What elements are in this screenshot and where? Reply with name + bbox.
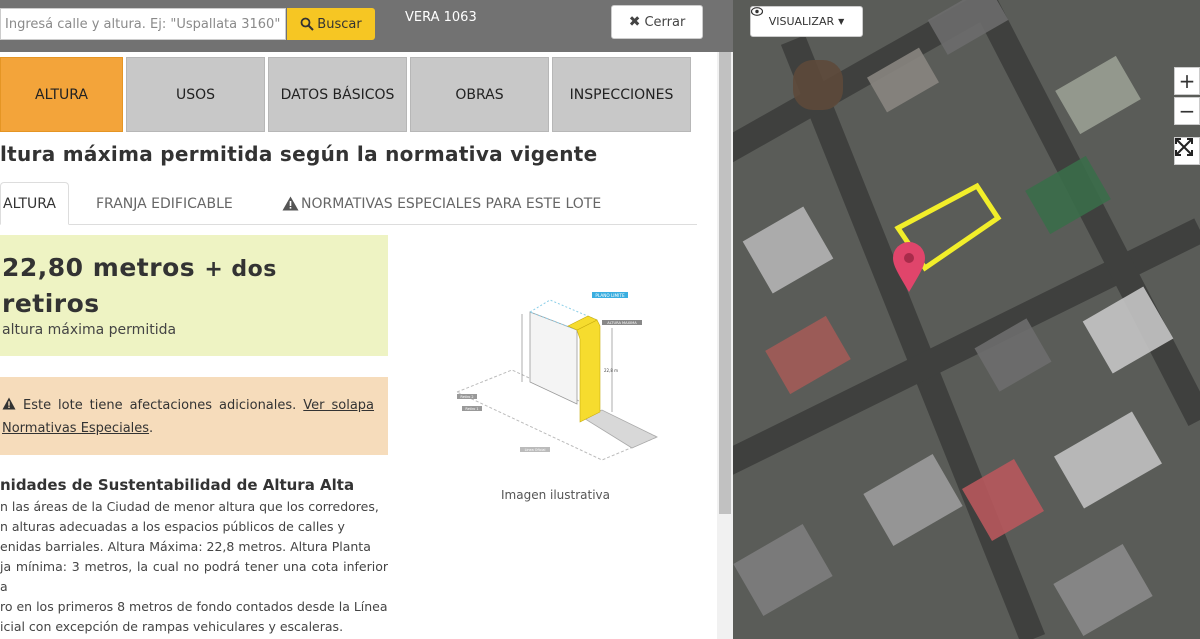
illus-label-dim: 22,8 m: [604, 368, 618, 373]
subtab-normativas-especiales[interactable]: NORMATIVAS ESPECIALES PARA ESTE LOTE: [282, 182, 601, 225]
zoom-in-button[interactable]: +: [1174, 67, 1200, 95]
height-line2: retiros: [2, 289, 100, 318]
fullscreen-icon: [1175, 138, 1193, 156]
height-number: 22,80 metros: [2, 253, 196, 282]
subtab-franja-label: FRANJA EDIFICABLE: [96, 195, 233, 212]
visualizar-label: VISUALIZAR: [768, 15, 835, 28]
subtab-franja-edificable[interactable]: FRANJA EDIFICABLE: [96, 182, 233, 225]
illus-label-linea: Linea Oficial: [525, 448, 546, 452]
tab-altura[interactable]: ALTURA: [0, 57, 123, 132]
uasa-line: n las áreas de la Ciudad de menor altura…: [0, 499, 379, 514]
illus-label-altura: ALTURA MAXIMA: [607, 321, 637, 325]
top-bar: Buscar VERA 1063 ✖ Cerrar: [0, 0, 733, 52]
warning-end: .: [149, 421, 154, 436]
address-label: VERA 1063: [405, 10, 477, 25]
warning-icon: [282, 196, 299, 211]
warning-message: Este lote tiene afectaciones adicionales…: [22, 398, 297, 413]
search-input[interactable]: [0, 8, 286, 40]
uasa-line: enidas barriales. Altura Máxima: 22,8 me…: [0, 539, 371, 554]
close-button[interactable]: ✖ Cerrar: [611, 5, 703, 39]
height-suffix: + dos: [204, 257, 277, 282]
satellite-imagery: [733, 0, 1200, 639]
search-button[interactable]: Buscar: [287, 8, 375, 40]
uasa-title: nidades de Sustentabilidad de Altura Alt…: [0, 476, 355, 494]
tab-datos-basicos[interactable]: DATOS BÁSICOS: [268, 57, 407, 132]
uasa-line: ja mínima: 3 metros, la cual no podrá te…: [0, 559, 388, 594]
warning-text: Este lote tiene afectaciones adicionales…: [2, 394, 374, 440]
height-summary-box: 22,80 metros + dos retiros altura máxima…: [0, 235, 388, 356]
tab-inspecciones[interactable]: INSPECCIONES: [552, 57, 691, 132]
caret-down-icon: ▼: [838, 17, 845, 26]
warning-box: Este lote tiene afectaciones adicionales…: [0, 377, 388, 455]
building-illustration: PLANO LIMITE ALTURA MAXIMA 22,8 m Retiro…: [455, 292, 659, 461]
uasa-line: n alturas adecuadas a los espacios públi…: [0, 519, 345, 534]
panel-scrollbar[interactable]: [717, 52, 733, 639]
illus-label-retiro1: Retiro 1: [465, 407, 478, 411]
info-panel: Buscar VERA 1063 ✖ Cerrar ALTURA USOS DA…: [0, 0, 733, 639]
height-caption: altura máxima permitida: [2, 322, 177, 338]
eye-icon: [751, 7, 763, 16]
tab-obras[interactable]: OBRAS: [410, 57, 549, 132]
close-icon: ✖: [628, 14, 641, 30]
search-icon: [300, 17, 315, 31]
subtab-altura-label: ALTURA: [3, 195, 56, 212]
main-tabs: ALTURA USOS DATOS BÁSICOS OBRAS INSPECCI…: [0, 57, 733, 132]
scrollbar-thumb[interactable]: [719, 52, 731, 514]
uasa-line: icial con excepción de rampas vehiculare…: [0, 619, 344, 634]
illus-label-retiro2: Retiro 2: [460, 395, 473, 399]
close-button-label: Cerrar: [644, 14, 686, 30]
map-view[interactable]: VISUALIZAR ▼ + −: [733, 0, 1200, 639]
app-root: Buscar VERA 1063 ✖ Cerrar ALTURA USOS DA…: [0, 0, 1200, 639]
section-title: ltura máxima permitida según la normativ…: [0, 142, 598, 166]
uasa-description: n las áreas de la Ciudad de menor altura…: [0, 497, 388, 637]
zoom-out-button[interactable]: −: [1174, 97, 1200, 125]
normativas-link-part1: Ver solapa: [303, 398, 375, 413]
fullscreen-button[interactable]: [1174, 137, 1200, 165]
search-button-label: Buscar: [317, 16, 362, 32]
tab-usos[interactable]: USOS: [126, 57, 265, 132]
visualizar-dropdown[interactable]: VISUALIZAR ▼: [750, 6, 863, 37]
height-value: 22,80 metros + dos retiros: [2, 251, 372, 321]
illus-label-plano: PLANO LIMITE: [595, 293, 625, 298]
subtab-altura[interactable]: ALTURA: [0, 182, 69, 225]
normativas-link-part2: Normativas Especiales: [2, 421, 150, 436]
subtab-normativas-label: NORMATIVAS ESPECIALES PARA ESTE LOTE: [301, 195, 602, 212]
warning-icon: [2, 397, 16, 410]
uasa-line: ro en los primeros 8 metros de fondo con…: [0, 599, 388, 614]
sub-tabs: ALTURA FRANJA EDIFICABLE NORMATIVAS ESPE…: [0, 182, 697, 225]
illustration-caption: Imagen ilustrativa: [501, 488, 611, 502]
